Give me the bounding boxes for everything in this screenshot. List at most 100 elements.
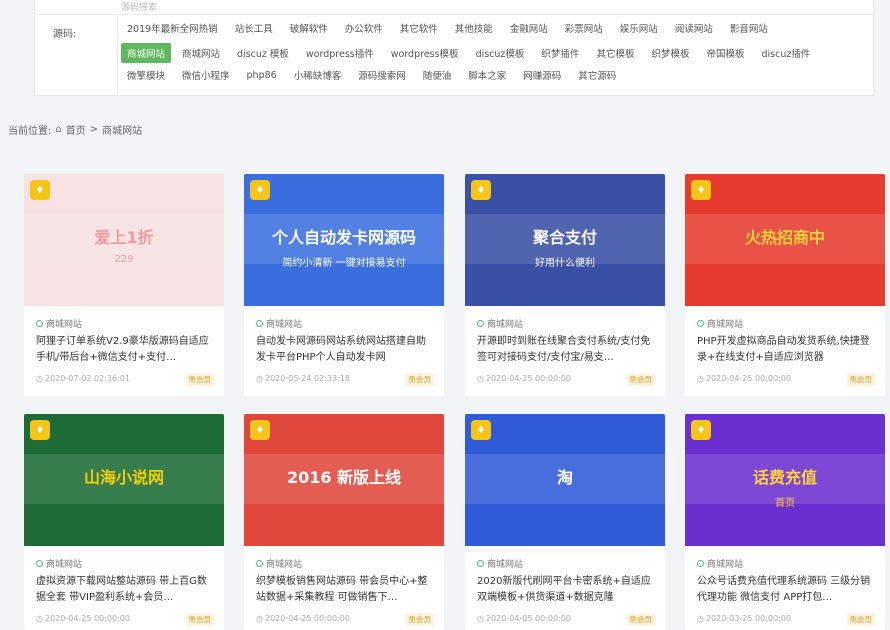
card-date: ◷ 2020-03-25 00:00:00 <box>697 614 791 623</box>
filter-tag[interactable]: 彩票网站 <box>559 18 609 38</box>
card-date: ◷ 2020-04-25 00:00:00 <box>697 374 791 383</box>
card-category[interactable]: 商城网站 <box>36 317 82 330</box>
filter-tag[interactable]: 织梦模板 <box>645 43 695 63</box>
card-category-label: 商城网站 <box>707 320 744 330</box>
premium-badge-icon: ♦ <box>30 180 50 200</box>
card-category[interactable]: 商城网站 <box>256 317 302 330</box>
product-thumbnail[interactable]: 爱上1折 229 ♦ <box>24 174 224 306</box>
product-thumbnail[interactable]: 火热招商中 ♦ <box>685 174 885 306</box>
breadcrumb-current: 商城网站 <box>102 126 143 137</box>
filter-tag[interactable]: wordpress插件 <box>300 43 380 63</box>
premium-badge-icon: ♦ <box>250 420 270 440</box>
filter-tag[interactable]: 站长工具 <box>229 18 279 38</box>
filter-tag[interactable]: wordpress模板 <box>385 43 465 63</box>
filter-tag[interactable]: 其它源码 <box>572 65 622 85</box>
filter-tag[interactable]: 娱乐网站 <box>614 18 664 38</box>
product-card[interactable]: 淘 ♦ 商城网站 2020新版代刷网平台卡密系统+自适应双端模板+供货渠道+数据克隆 ◷… <box>465 414 665 630</box>
price-badge: 免会员 <box>405 373 434 386</box>
card-title[interactable]: 2020新版代刷网平台卡密系统+自适应双端模板+供货渠道+数据克隆 <box>477 574 655 606</box>
filter-tag[interactable]: 小稀缺博客 <box>288 65 348 85</box>
card-date: ◷ 2020-04-25 00:00:00 <box>36 614 130 623</box>
card-category-label: 商城网站 <box>266 560 303 570</box>
filter-tag[interactable]: 2019年最新全网热销 <box>121 18 224 38</box>
filter-tag[interactable]: 商城网站 <box>176 43 226 63</box>
filter-tag[interactable]: discuz模板 <box>470 43 531 63</box>
category-icon <box>697 560 704 567</box>
filter-tag[interactable]: 破解软件 <box>284 18 334 38</box>
filter-tag[interactable]: 金融网站 <box>504 18 554 38</box>
price-badge: 免会员 <box>846 373 875 386</box>
category-icon <box>477 560 484 567</box>
filter-tag[interactable]: 办公软件 <box>339 18 389 38</box>
filter-tag[interactable]: 帝国模板 <box>700 43 750 63</box>
product-thumbnail[interactable]: 山海小说网 ♦ <box>24 414 224 546</box>
card-category[interactable]: 商城网站 <box>477 557 523 570</box>
product-thumbnail[interactable]: 淘 ♦ <box>465 414 665 546</box>
thumbnail-caption: 229 <box>114 254 134 265</box>
premium-badge-icon: ♦ <box>691 420 711 440</box>
filter-tag[interactable]: discuz 模板 <box>231 43 295 63</box>
thumbnail-caption: 首页 <box>775 498 795 509</box>
product-card[interactable]: 话费充值 首页 ♦ 商城网站 公众号话费充值代理系统源码 三级分销代理功能 微信支付 A… <box>685 414 885 630</box>
product-thumbnail[interactable]: 2016 新版上线 ♦ <box>244 414 444 546</box>
card-title[interactable]: 阿狸子订单系统V2.9豪华版源码自适应手机/带后台+微信支付+支付… <box>36 334 214 366</box>
product-card[interactable]: 2016 新版上线 ♦ 商城网站织梦模板销售网站源码 带会员中心+整站数据+采集教程… <box>244 414 444 630</box>
card-title[interactable]: 公众号话费充值代理系统源码 三级分销代理功能 微信支付 APP打包… <box>697 574 875 606</box>
filter-tag[interactable]: 其他技能 <box>449 18 499 38</box>
card-category-label: 商城网站 <box>46 320 83 330</box>
filter-tag[interactable]: 其它软件 <box>394 18 444 38</box>
filter-tag[interactable]: 脚本之家 <box>462 65 512 85</box>
product-card[interactable]: 爱上1折 229 ♦ 商城网站阿狸子订单系统V2.9豪华版源码自适应手机/带后台+微信… <box>24 174 224 396</box>
product-thumbnail[interactable]: 聚合支付 好用什么便利 ♦ <box>465 174 665 306</box>
card-category[interactable]: 商城网站 <box>477 317 523 330</box>
card-title[interactable]: 自动发卡网源码网站系统网站搭建自助发卡平台PHP个人自动发卡网 <box>256 334 434 366</box>
filter-tag[interactable]: 随便油 <box>417 65 458 85</box>
price-badge: 免会员 <box>626 613 655 626</box>
breadcrumb-prefix: 当前位置: <box>8 126 52 137</box>
clock-icon: ◷ <box>36 614 43 623</box>
clock-icon: ◷ <box>256 374 263 383</box>
product-card[interactable]: 山海小说网 ♦ 商城网站虚拟资源下载网站整站源码 带上百G数据全套 带VIP盈利系统… <box>24 414 224 630</box>
thumbnail-headline: 爱上1折 <box>94 228 154 247</box>
card-category[interactable]: 商城网站 <box>697 317 743 330</box>
filter-tag[interactable]: 织梦插件 <box>535 43 585 63</box>
product-card[interactable]: 聚合支付 好用什么便利 ♦ 商城网站开源即时到账在线聚合支付系统/支付免签可对接码支付… <box>465 174 665 396</box>
card-title[interactable]: 织梦模板销售网站源码 带会员中心+整站数据+采集教程 可做销售下… <box>256 574 434 606</box>
card-title[interactable]: 开源即时到账在线聚合支付系统/支付免签可对接码支付/支付宝/易支… <box>477 334 655 366</box>
home-icon[interactable]: ⌂ <box>55 124 61 135</box>
thumbnail-headline: 个人自动发卡网源码 <box>271 228 416 247</box>
price-badge: 免会员 <box>185 373 214 386</box>
filter-tag[interactable]: 阅读网站 <box>669 18 719 38</box>
product-card[interactable]: 火热招商中 ♦ 商城网站 PHP开发虚拟商品自动发货系统,快捷登录+在线支付+自适应浏… <box>685 174 885 396</box>
thumbnail-headline: 淘 <box>556 468 573 487</box>
price-badge: 免会员 <box>626 373 655 386</box>
category-icon <box>256 320 263 327</box>
filter-tag[interactable]: 其它模板 <box>590 43 640 63</box>
card-date-text: 2020-04-25 00:00:00 <box>485 374 571 383</box>
card-date: ◷ 2020-04-25 00:00:00 <box>256 614 350 623</box>
product-thumbnail[interactable]: 话费充值 首页 ♦ <box>685 414 885 546</box>
card-date-text: 2020-07-02 02:36:01 <box>44 374 130 383</box>
filter-tag[interactable]: 网赚源码 <box>517 65 567 85</box>
filter-divider <box>117 15 118 96</box>
filter-tag[interactable]: 微信小程序 <box>176 65 236 85</box>
filter-tag[interactable]: discuz插件 <box>755 43 816 63</box>
clock-icon: ◷ <box>477 374 484 383</box>
card-date: ◷ 2020-04-05 00:00:00 <box>477 614 571 623</box>
breadcrumb-home-link[interactable]: 首页 <box>66 122 86 137</box>
filter-tag[interactable]: 源码搜索网 <box>352 65 412 85</box>
premium-badge-icon: ♦ <box>471 420 491 440</box>
card-category[interactable]: 商城网站 <box>697 557 743 570</box>
card-title[interactable]: PHP开发虚拟商品自动发货系统,快捷登录+在线支付+自适应浏览器 <box>697 334 875 366</box>
filter-tag[interactable]: 微擎模块 <box>121 65 171 85</box>
price-badge: 免会员 <box>846 613 875 626</box>
product-card[interactable]: 个人自动发卡网源码 简约小清新 一键对接易支付 ♦ 商城网站自动发卡网源码网站系统网站… <box>244 174 444 396</box>
clock-icon: ◷ <box>477 614 484 623</box>
card-title[interactable]: 虚拟资源下载网站整站源码 带上百G数据全套 带VIP盈利系统+会员… <box>36 574 214 606</box>
filter-tag[interactable]: 商城网站 <box>121 43 172 63</box>
card-category[interactable]: 商城网站 <box>36 557 82 570</box>
filter-tag[interactable]: php86 <box>241 67 283 84</box>
product-thumbnail[interactable]: 个人自动发卡网源码 简约小清新 一键对接易支付 ♦ <box>244 174 444 306</box>
card-category[interactable]: 商城网站 <box>256 557 302 570</box>
filter-tag[interactable]: 影音网站 <box>724 18 774 38</box>
